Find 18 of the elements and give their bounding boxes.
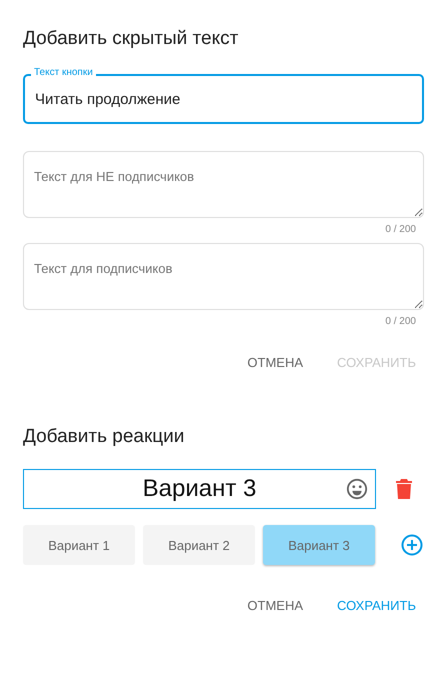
- section-title: Добавить реакции: [23, 426, 186, 448]
- character-counter: 0 / 200: [384, 224, 417, 235]
- reaction-option[interactable]: Вариант 2: [143, 525, 255, 565]
- reaction-input[interactable]: Вариант 3: [23, 469, 376, 509]
- character-counter: 0 / 200: [384, 316, 417, 327]
- reaction-option[interactable]: Вариант 3: [263, 525, 375, 565]
- reaction-option[interactable]: Вариант 1: [23, 525, 135, 565]
- section-title: Добавить скрытый текст: [23, 28, 240, 50]
- field-label: Текст кнопки: [31, 67, 96, 79]
- save-button[interactable]: СОХРАНИТЬ: [329, 592, 424, 619]
- button-text-input[interactable]: Читать продолжение: [23, 74, 424, 124]
- cancel-button[interactable]: ОТМЕНА: [239, 349, 312, 376]
- emoji-icon[interactable]: [346, 478, 368, 500]
- delete-icon[interactable]: [396, 479, 412, 499]
- text-area[interactable]: Текст для подписчиков: [23, 243, 424, 310]
- add-icon[interactable]: [401, 534, 423, 556]
- text-area[interactable]: Текст для НЕ подписчиков: [23, 151, 424, 218]
- cancel-button[interactable]: ОТМЕНА: [239, 592, 312, 619]
